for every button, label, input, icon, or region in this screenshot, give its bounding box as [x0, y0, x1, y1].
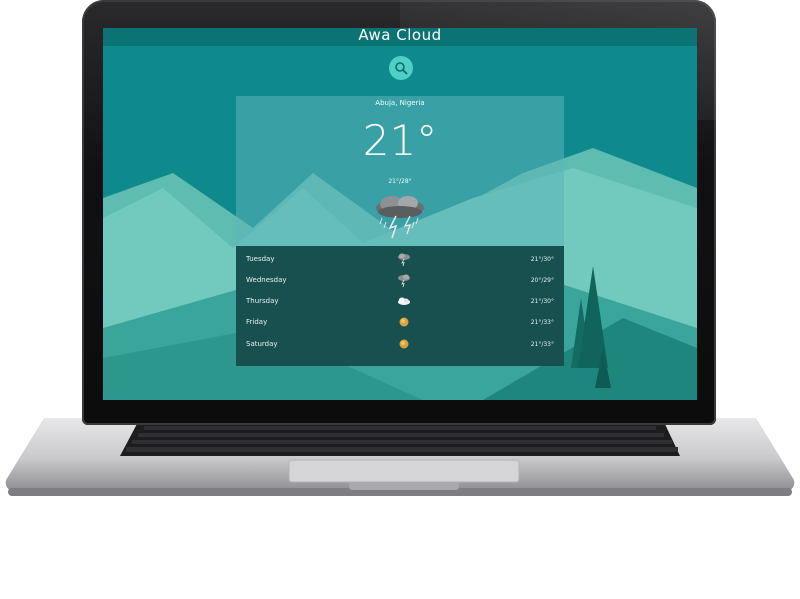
forecast-day: Friday	[246, 318, 268, 326]
forecast-row-wednesday[interactable]: Wednesday 20°/29°	[236, 270, 564, 290]
forecast-range: 21°/30°	[530, 297, 554, 305]
forecast-row-thursday[interactable]: Thursday 21°/30°	[236, 291, 564, 311]
storm-cloud-icon	[398, 253, 410, 267]
current-temperature: 21°	[362, 116, 438, 165]
sun-icon	[399, 317, 409, 327]
app-header: Awa Cloud	[103, 28, 697, 46]
forecast-day: Saturday	[246, 340, 278, 348]
search-button[interactable]	[389, 56, 413, 80]
forecast-range: 20°/29°	[530, 276, 554, 284]
forecast-day: Wednesday	[246, 276, 287, 284]
forecast-range: 21°/33°	[530, 340, 554, 348]
laptop-base	[5, 418, 795, 496]
sun-icon	[399, 339, 409, 349]
forecast-day: Thursday	[246, 297, 279, 305]
search-icon	[395, 62, 408, 75]
forecast-range: 21°/33°	[530, 318, 554, 326]
current-weather-card: Abuja, Nigeria 21° 21°/28°	[236, 96, 564, 246]
storm-cloud-icon	[398, 274, 410, 288]
forecast-row-tuesday[interactable]: Tuesday 21°/30°	[236, 249, 564, 269]
screen: Awa Cloud Abuja, Nigeria 21° 21°/28° Tue…	[103, 28, 697, 400]
cloud-icon	[398, 297, 410, 305]
app-title: Awa Cloud	[358, 28, 442, 44]
laptop-mockup: Awa Cloud Abuja, Nigeria 21° 21°/28° Tue…	[0, 0, 800, 599]
forecast-row-friday[interactable]: Friday 21°/33°	[236, 312, 564, 332]
current-temp-range: 21°/28°	[388, 178, 412, 185]
location-label: Abuja, Nigeria	[375, 99, 425, 107]
forecast-list: Tuesday 21°/30° Wednesday 20°/29° Thursd…	[236, 246, 564, 366]
forecast-range: 21°/30°	[530, 255, 554, 263]
storm-cloud-icon	[376, 196, 424, 239]
forecast-row-saturday[interactable]: Saturday 21°/33°	[236, 334, 564, 354]
forecast-day: Tuesday	[246, 255, 275, 263]
